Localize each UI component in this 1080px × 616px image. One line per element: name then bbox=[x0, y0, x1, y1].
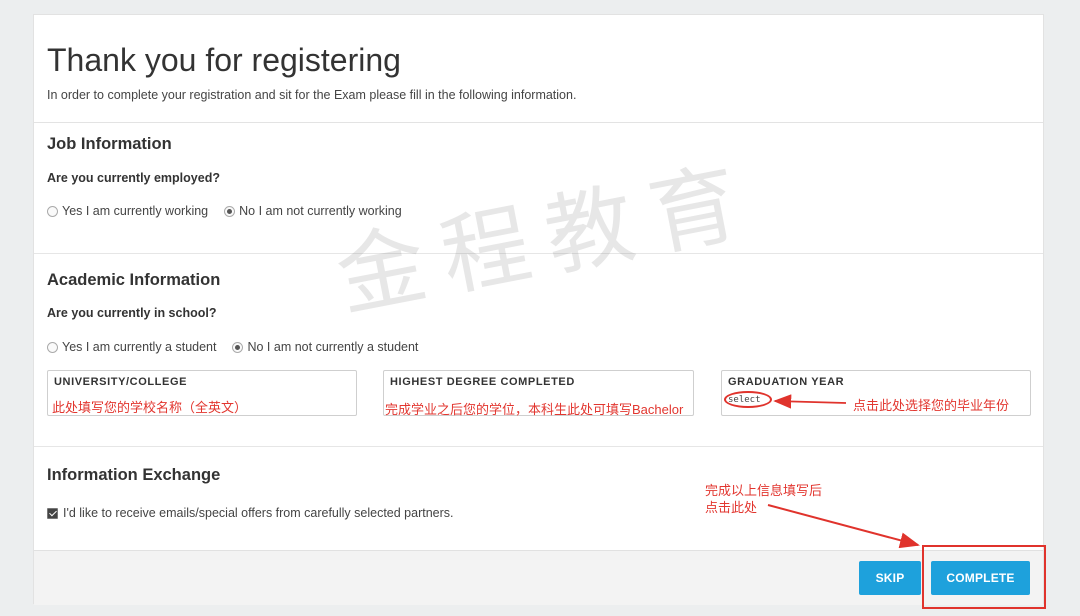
university-label: UNIVERSITY/COLLEGE bbox=[54, 376, 188, 388]
page-title: Thank you for registering bbox=[47, 42, 401, 78]
academic-section-title: Academic Information bbox=[47, 271, 221, 289]
employed-no-label: No I am not currently working bbox=[239, 204, 402, 218]
employed-yes-label: Yes I am currently working bbox=[62, 204, 209, 218]
offers-checkbox[interactable] bbox=[47, 507, 58, 519]
university-field[interactable]: UNIVERSITY/COLLEGE 此处填写您的学校名称（全英文） bbox=[47, 370, 357, 416]
school-radio-group: Yes I am currently a student No I am not… bbox=[47, 340, 434, 354]
employed-no-option[interactable]: No I am not currently working bbox=[224, 204, 402, 218]
student-yes-radio[interactable] bbox=[47, 341, 58, 353]
student-yes-option[interactable]: Yes I am currently a student bbox=[47, 340, 216, 354]
degree-note: 完成学业之后您的学位，本科生此处可填写Bachelor bbox=[385, 402, 684, 417]
school-question: Are you currently in school? bbox=[47, 306, 217, 320]
complete-highlight-box bbox=[922, 545, 1046, 609]
registration-card: Thank you for registering In order to co… bbox=[33, 14, 1046, 609]
header: Thank you for registering In order to co… bbox=[34, 15, 1043, 123]
graduation-year-field[interactable]: GRADUATION YEAR select 点击此处选择您的毕业年份 bbox=[721, 370, 1031, 416]
graduation-year-label: GRADUATION YEAR bbox=[728, 376, 845, 388]
degree-label: HIGHEST DEGREE COMPLETED bbox=[390, 376, 575, 388]
university-note: 此处填写您的学校名称（全英文） bbox=[52, 400, 248, 415]
complete-annotation: 完成以上信息填写后 点击此处 bbox=[705, 482, 822, 516]
employed-yes-option[interactable]: Yes I am currently working bbox=[47, 204, 208, 218]
graduation-year-note: 点击此处选择您的毕业年份 bbox=[853, 398, 1010, 413]
page-subtitle: In order to complete your registration a… bbox=[47, 88, 577, 102]
degree-field[interactable]: HIGHEST DEGREE COMPLETED 完成学业之后您的学位，本科生此… bbox=[383, 370, 694, 417]
employed-no-radio[interactable] bbox=[224, 205, 236, 217]
annotation-circle bbox=[724, 391, 772, 408]
student-yes-label: Yes I am currently a student bbox=[62, 340, 217, 354]
annotation-line-2: 点击此处 bbox=[705, 500, 758, 515]
employed-radio-group: Yes I am currently working No I am not c… bbox=[47, 204, 418, 218]
employed-yes-radio[interactable] bbox=[47, 205, 58, 217]
skip-button[interactable]: SKIP bbox=[859, 561, 921, 595]
divider bbox=[34, 253, 1043, 254]
exchange-section-title: Information Exchange bbox=[47, 466, 221, 484]
employed-question: Are you currently employed? bbox=[47, 171, 220, 185]
student-no-radio[interactable] bbox=[232, 341, 244, 353]
offers-checkbox-label: I'd like to receive emails/special offer… bbox=[63, 506, 454, 520]
exchange-checkbox-row[interactable]: I'd like to receive emails/special offer… bbox=[47, 506, 454, 520]
job-section-title: Job Information bbox=[47, 135, 172, 153]
annotation-line-1: 完成以上信息填写后 bbox=[705, 483, 823, 498]
student-no-label: No I am not currently a student bbox=[247, 340, 419, 354]
student-no-option[interactable]: No I am not currently a student bbox=[232, 340, 418, 354]
divider bbox=[34, 446, 1043, 447]
